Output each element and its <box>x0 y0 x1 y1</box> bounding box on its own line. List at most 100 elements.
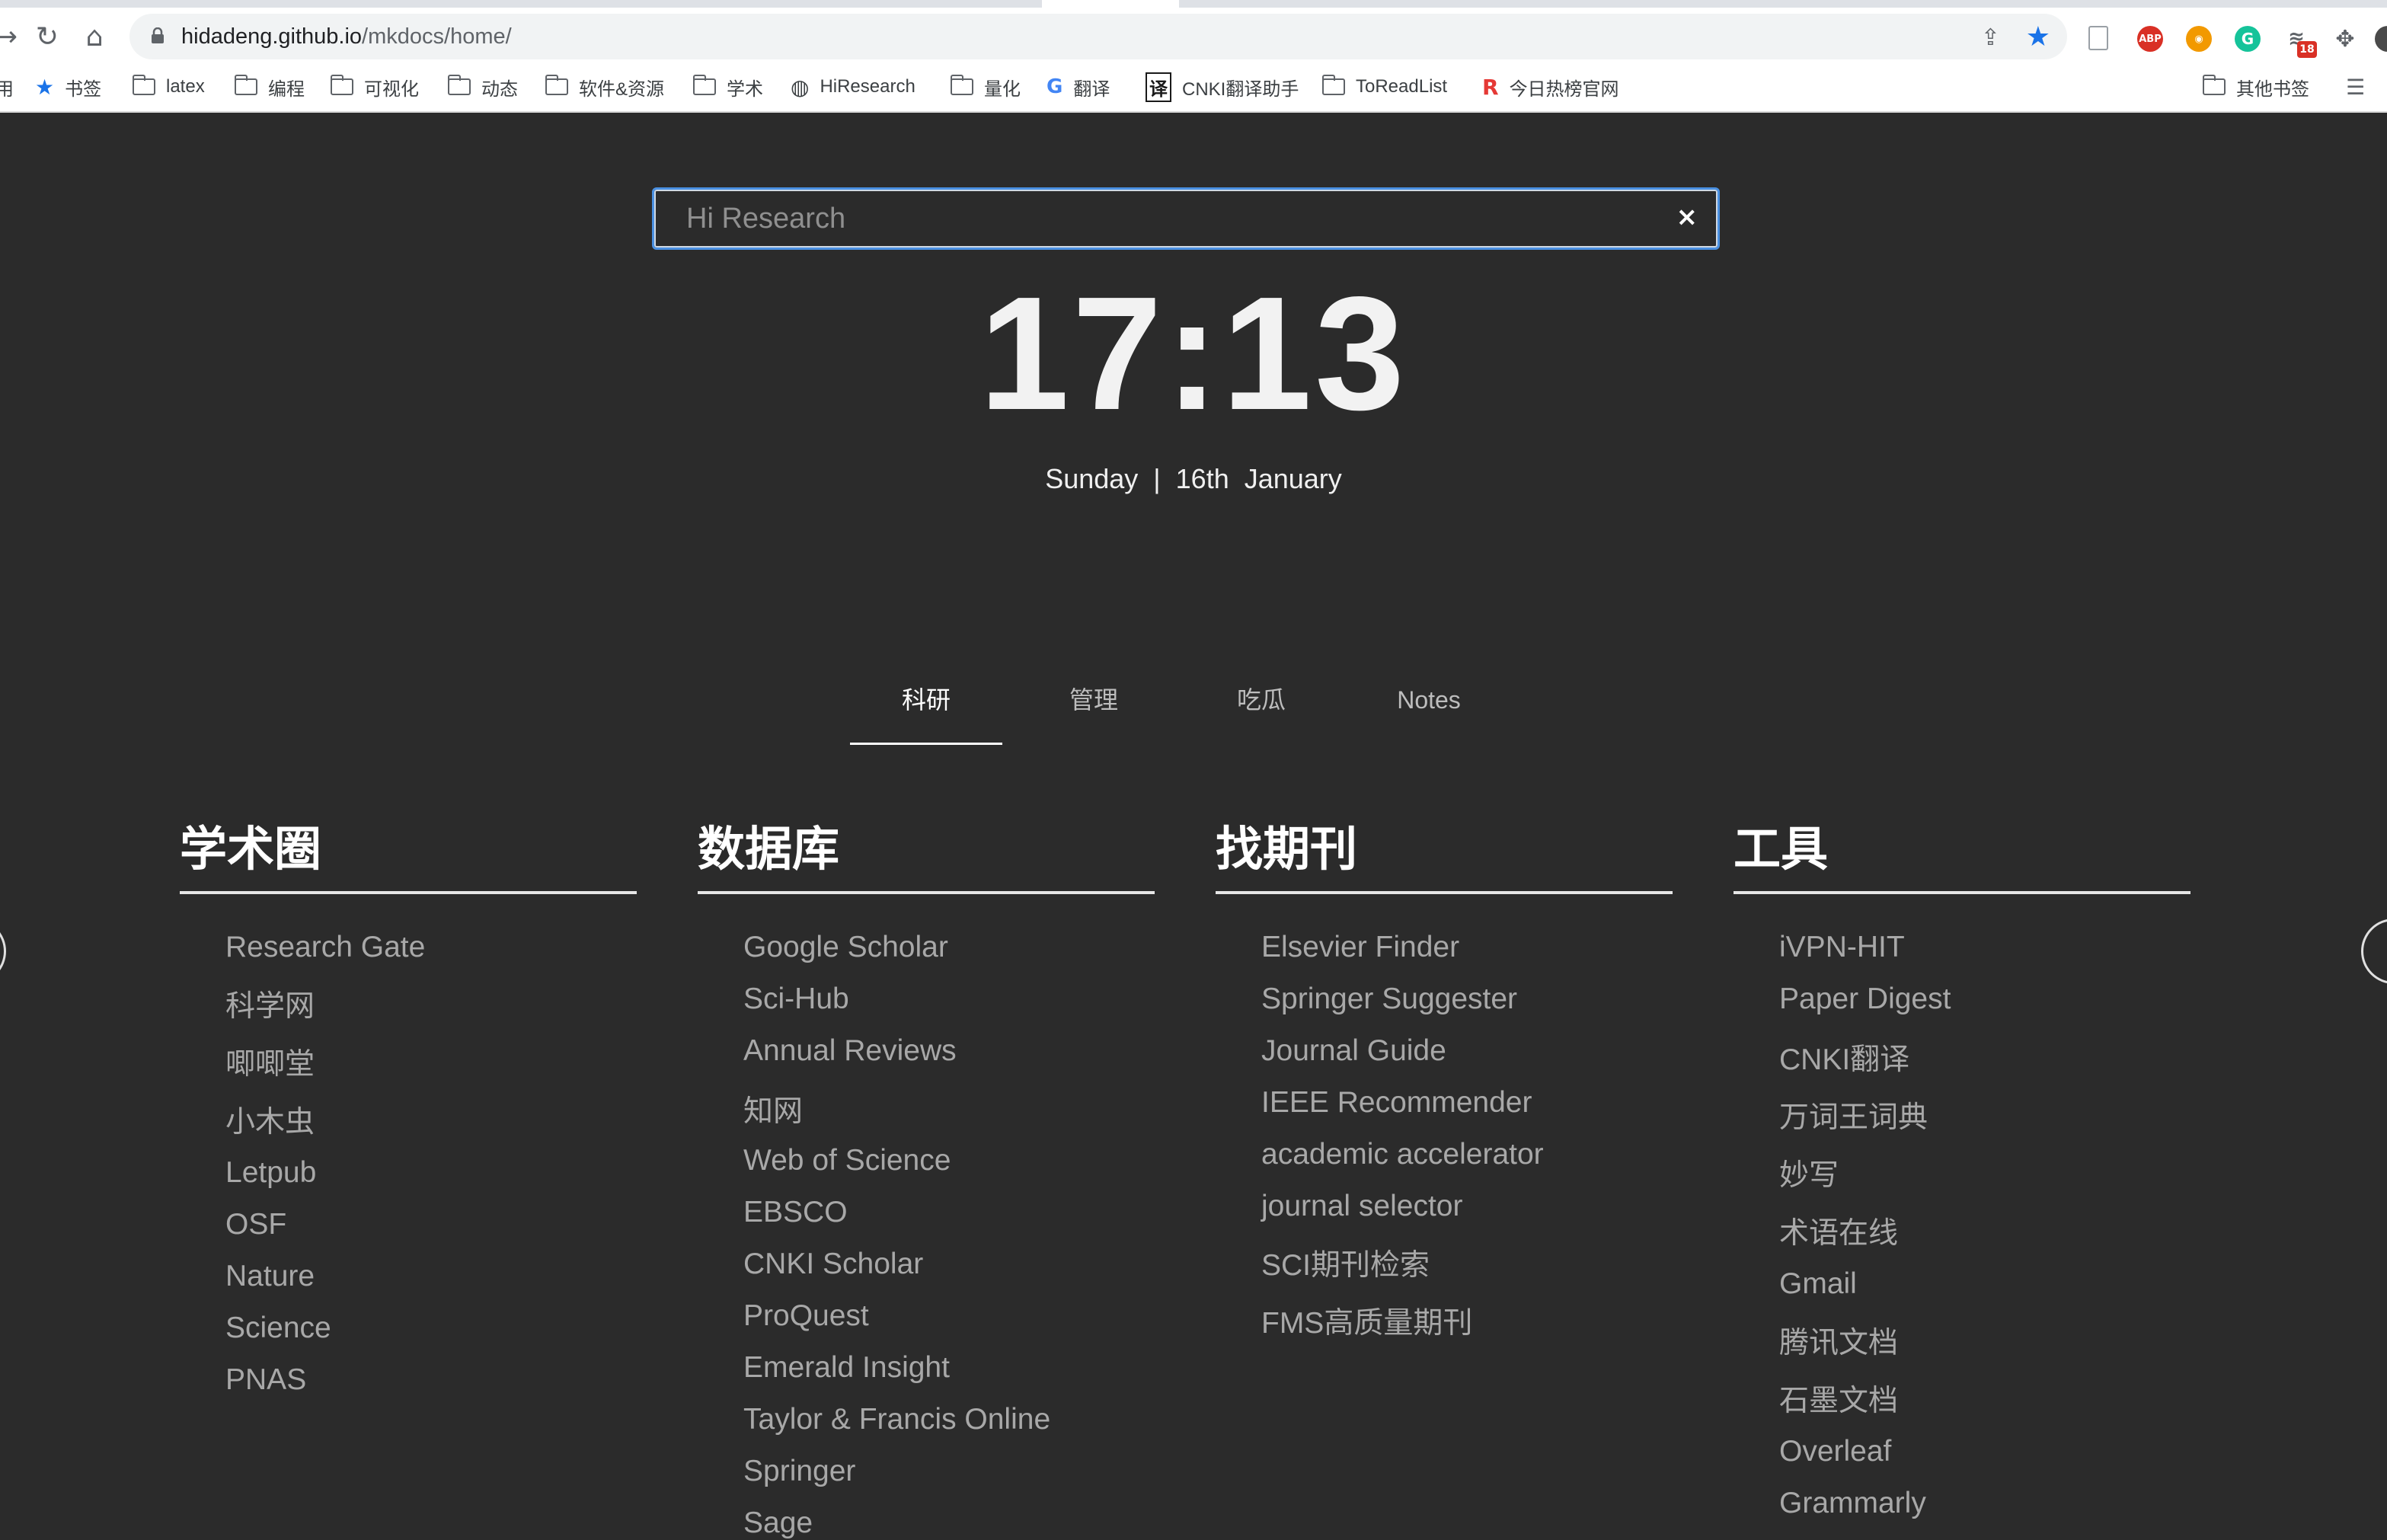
link-taylor-francis[interactable]: Taylor & Francis Online <box>743 1403 1050 1436</box>
column-title: 数据库 <box>698 821 1155 894</box>
link-tencent-docs[interactable]: 腾讯文档 <box>1779 1319 1898 1362</box>
folder-icon <box>2203 75 2226 95</box>
link-sciencenet[interactable]: 科学网 <box>225 982 315 1025</box>
link-miaoxie[interactable]: 妙写 <box>1779 1152 1839 1194</box>
link-elsevier-finder[interactable]: Elsevier Finder <box>1261 931 1459 964</box>
grammarly-label: G <box>2241 30 2254 48</box>
tab-吃瓜[interactable]: 吃瓜 <box>1185 676 1337 743</box>
folder-icon <box>545 75 568 95</box>
link-jijitang[interactable]: 唧唧堂 <box>225 1040 315 1083</box>
home-icon[interactable]: ⌂ <box>78 20 111 53</box>
bookmark-item-书签[interactable]: ★ 书签 <box>35 75 101 100</box>
link-osf[interactable]: OSF <box>225 1208 286 1241</box>
link-google-scholar[interactable]: Google Scholar <box>743 931 948 964</box>
bookmark-label: 动态 <box>481 78 518 100</box>
rss-icon[interactable]: ◉ <box>2186 26 2212 52</box>
link-muchong[interactable]: 小木虫 <box>225 1098 315 1141</box>
tab-管理[interactable]: 管理 <box>1018 676 1170 743</box>
link-springer[interactable]: Springer <box>743 1455 855 1488</box>
link-academic-accelerator[interactable]: academic accelerator <box>1261 1138 1544 1171</box>
link-overleaf[interactable]: Overleaf <box>1779 1435 1891 1468</box>
column-databases: 数据库 Google Scholar Sci-Hub Annual Review… <box>698 821 1155 1539</box>
bookmark-item-量化[interactable]: 量化 <box>951 75 1021 100</box>
link-proquest[interactable]: ProQuest <box>743 1299 869 1333</box>
right-scroll-handle[interactable] <box>2361 919 2387 984</box>
folder-icon <box>1322 75 1345 95</box>
link-web-of-science[interactable]: Web of Science <box>743 1144 951 1177</box>
reading-list-glyph: ☰ <box>2346 74 2366 100</box>
reading-list-icon[interactable]: ☰ <box>2346 74 2376 100</box>
folder-icon <box>951 75 973 95</box>
globe-icon: ◍ <box>791 74 810 100</box>
left-scroll-handle[interactable] <box>0 919 6 984</box>
link-termonline[interactable]: 术语在线 <box>1779 1209 1898 1252</box>
bookmark-item-学术[interactable]: 学术 <box>693 75 763 100</box>
tab-notes[interactable]: Notes <box>1353 676 1505 743</box>
grammarly-icon[interactable]: G <box>2235 26 2261 52</box>
bookmark-item-软件资源[interactable]: 软件&资源 <box>545 75 665 100</box>
bookmark-item-今日热榜[interactable]: R 今日热榜官网 <box>1482 75 1619 100</box>
reload-icon[interactable]: ↻ <box>30 20 64 53</box>
link-ivpn-hit[interactable]: iVPN-HIT <box>1779 931 1905 964</box>
avatar[interactable] <box>2375 26 2387 52</box>
share-icon[interactable]: ⇪ <box>1981 24 2000 51</box>
link-science[interactable]: Science <box>225 1312 331 1345</box>
bookmark-truncated[interactable]: 用 <box>0 75 14 100</box>
bookmark-label: latex <box>166 76 205 97</box>
search-input[interactable] <box>668 196 1658 241</box>
forward-icon[interactable]: → <box>0 20 23 53</box>
link-shimo-docs[interactable]: 石墨文档 <box>1779 1377 1898 1420</box>
clear-icon[interactable]: × <box>1676 202 1698 232</box>
link-fms-journals[interactable]: FMS高质量期刊 <box>1261 1299 1472 1342</box>
link-journal-selector[interactable]: journal selector <box>1261 1190 1462 1223</box>
other-bookmarks[interactable]: 其他书签 <box>2203 75 2309 100</box>
column-tools: 工具 iVPN-HIT Paper Digest CNKI翻译 万词王词典 妙写… <box>1734 821 2190 1519</box>
bookmark-item-toreadlist[interactable]: ToReadList <box>1322 75 1447 99</box>
url-host: hidadeng.github.io <box>181 24 363 49</box>
bookmark-label: 软件&资源 <box>579 78 665 100</box>
tab-科研[interactable]: 科研 <box>850 676 1002 745</box>
bookmark-item-翻译[interactable]: G 翻译 <box>1047 75 1110 100</box>
cnki-icon: 译 <box>1146 72 1171 102</box>
link-sci-journal-search[interactable]: SCI期刊检索 <box>1261 1241 1430 1284</box>
link-sage[interactable]: Sage <box>743 1506 813 1540</box>
link-ebsco[interactable]: EBSCO <box>743 1196 848 1229</box>
link-springer-suggester[interactable]: Springer Suggester <box>1261 982 1517 1016</box>
puzzle-icon[interactable]: ✥ <box>2332 26 2358 53</box>
page-icon[interactable] <box>2088 26 2108 50</box>
link-cnki-scholar[interactable]: CNKI Scholar <box>743 1248 923 1281</box>
category-tabs: 科研 管理 吃瓜 Notes <box>850 676 1520 745</box>
abp-icon[interactable]: ABP <box>2137 26 2163 52</box>
bookmark-item-动态[interactable]: 动态 <box>448 75 518 100</box>
link-wancidian[interactable]: 万词王词典 <box>1779 1094 1928 1136</box>
bookmark-item-cnki[interactable]: 译 CNKI翻译助手 <box>1146 72 1299 102</box>
link-cnki[interactable]: 知网 <box>743 1088 803 1130</box>
link-emerald-insight[interactable]: Emerald Insight <box>743 1351 950 1385</box>
bookmark-item-hiresearch[interactable]: ◍ HiResearch <box>791 74 915 100</box>
link-letpub[interactable]: Letpub <box>225 1156 316 1190</box>
link-grammarly[interactable]: Grammarly <box>1779 1487 1926 1520</box>
translate-icon: G <box>1047 75 1063 98</box>
link-gmail[interactable]: Gmail <box>1779 1267 1857 1301</box>
url-text[interactable]: hidadeng.github.io/mkdocs/home/ <box>181 23 512 50</box>
link-annual-reviews[interactable]: Annual Reviews <box>743 1034 957 1068</box>
lock-icon[interactable] <box>151 27 165 44</box>
bookmark-item-编程[interactable]: 编程 <box>235 75 305 100</box>
search-box[interactable]: × <box>652 187 1720 250</box>
link-research-gate[interactable]: Research Gate <box>225 931 425 964</box>
link-sci-hub[interactable]: Sci-Hub <box>743 982 849 1016</box>
navigation-bar: → ↻ ⌂ hidadeng.github.io/mkdocs/home/ ⇪ … <box>0 8 2387 65</box>
bookmark-item-latex[interactable]: latex <box>133 75 205 99</box>
abp-label: ABP <box>2139 33 2162 45</box>
bookmark-star-icon[interactable]: ★ <box>2026 21 2050 53</box>
address-bar[interactable]: hidadeng.github.io/mkdocs/home/ ⇪ ★ <box>129 14 2067 59</box>
link-nature[interactable]: Nature <box>225 1260 315 1293</box>
link-cnki-translate[interactable]: CNKI翻译 <box>1779 1036 1909 1078</box>
bookmark-item-可视化[interactable]: 可视化 <box>331 75 419 100</box>
link-pnas[interactable]: PNAS <box>225 1363 306 1397</box>
active-tab[interactable] <box>1042 0 1179 8</box>
link-journal-guide[interactable]: Journal Guide <box>1261 1034 1446 1068</box>
link-paper-digest[interactable]: Paper Digest <box>1779 982 1951 1016</box>
link-ieee-recommender[interactable]: IEEE Recommender <box>1261 1086 1532 1120</box>
clock-time: 17:13 <box>979 263 1408 443</box>
